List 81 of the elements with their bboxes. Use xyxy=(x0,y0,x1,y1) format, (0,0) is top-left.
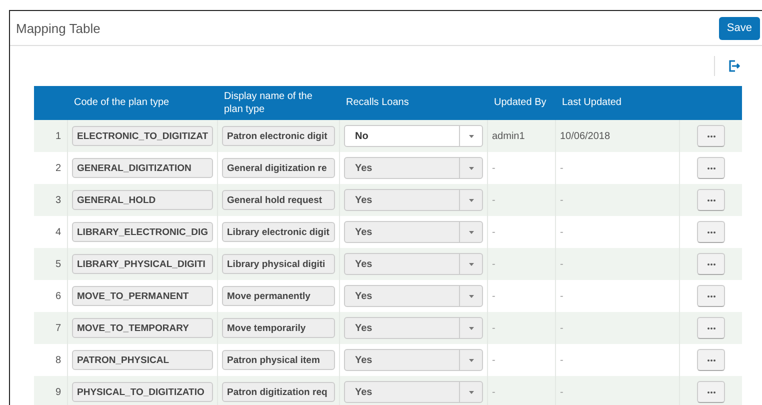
code-field[interactable]: GENERAL_HOLD xyxy=(72,190,213,210)
export-icon xyxy=(728,60,740,72)
last-updated-cell: - xyxy=(560,162,564,174)
updated-by-cell: - xyxy=(492,258,496,270)
display-name-field[interactable]: Move temporarily xyxy=(222,318,335,338)
updated-by-cell: - xyxy=(492,322,496,334)
more-icon xyxy=(706,390,716,394)
display-name-field[interactable]: General digitization re xyxy=(222,158,335,178)
row-number: 7 xyxy=(55,322,61,334)
updated-by-cell: - xyxy=(492,290,496,302)
row-number: 2 xyxy=(55,162,61,174)
last-updated-cell: - xyxy=(560,258,564,270)
more-icon xyxy=(706,230,716,234)
caret-icon xyxy=(468,166,474,170)
more-button[interactable] xyxy=(697,381,725,403)
updated-by-cell: - xyxy=(492,226,496,238)
more-button[interactable] xyxy=(697,221,725,243)
more-icon xyxy=(706,198,716,202)
caret-icon xyxy=(468,262,474,266)
updated-by-cell: - xyxy=(492,354,496,366)
display-name-field[interactable]: Patron electronic digit xyxy=(222,126,335,146)
column-header: Display name of the plan type xyxy=(223,90,314,117)
display-name-field[interactable]: General hold request xyxy=(222,190,335,210)
last-updated-cell: - xyxy=(560,194,564,206)
last-updated-cell: - xyxy=(560,226,564,238)
code-field[interactable]: LIBRARY_ELECTRONIC_DIG xyxy=(72,222,213,242)
row-number: 4 xyxy=(55,226,61,238)
recalls-dropdown[interactable]: No xyxy=(344,125,483,147)
row-number: 5 xyxy=(55,258,61,270)
display-name-field[interactable]: Library electronic digit xyxy=(222,222,335,242)
updated-by-cell: - xyxy=(492,162,496,174)
more-button[interactable] xyxy=(697,253,725,275)
updated-by-cell: admin1 xyxy=(492,130,525,142)
more-icon xyxy=(706,134,716,138)
column-header: Code of the plan type xyxy=(73,96,170,110)
caret-icon xyxy=(468,134,474,138)
code-field[interactable]: GENERAL_DIGITIZATION xyxy=(72,158,213,178)
more-button[interactable] xyxy=(697,317,725,339)
column-header: Updated By xyxy=(493,96,548,110)
updated-by-cell: - xyxy=(492,194,496,206)
code-field[interactable]: MOVE_TO_TEMPORARY xyxy=(72,318,213,338)
last-updated-cell: - xyxy=(560,322,564,334)
caret-icon xyxy=(468,326,474,330)
last-updated-cell: - xyxy=(560,290,564,302)
more-button[interactable] xyxy=(697,285,725,307)
display-name-field[interactable]: Move permanently xyxy=(222,286,335,306)
code-field[interactable]: ELECTRONIC_TO_DIGITIZAT xyxy=(72,126,213,146)
save-button[interactable]: Save xyxy=(718,16,760,40)
more-icon xyxy=(706,262,716,266)
caret-icon xyxy=(468,230,474,234)
caret-icon xyxy=(468,390,474,394)
more-icon xyxy=(706,326,716,330)
more-button[interactable] xyxy=(697,157,725,179)
row-number: 3 xyxy=(55,194,61,206)
code-field[interactable]: PHYSICAL_TO_DIGITIZATIO xyxy=(72,382,213,402)
row-number: 6 xyxy=(55,290,61,302)
column-header: Last Updated xyxy=(561,96,622,110)
row-number: 8 xyxy=(55,354,61,366)
more-icon xyxy=(706,294,716,298)
code-field[interactable]: PATRON_PHYSICAL xyxy=(72,350,213,370)
code-field[interactable]: MOVE_TO_PERMANENT xyxy=(72,286,213,306)
last-updated-cell: - xyxy=(560,386,564,398)
last-updated-cell: 10/06/2018 xyxy=(560,130,610,142)
last-updated-cell: - xyxy=(560,354,564,366)
code-field[interactable]: LIBRARY_PHYSICAL_DIGITI xyxy=(72,254,213,274)
caret-icon xyxy=(468,358,474,362)
panel-title: Mapping Table xyxy=(16,20,100,36)
updated-by-cell: - xyxy=(492,386,496,398)
row-number: 1 xyxy=(55,130,61,142)
more-button[interactable] xyxy=(697,189,725,211)
display-name-field[interactable]: Patron physical item xyxy=(222,350,335,370)
more-icon xyxy=(706,166,716,170)
column-header: Recalls Loans xyxy=(345,96,410,110)
more-icon xyxy=(706,358,716,362)
display-name-field[interactable]: Library physical digiti xyxy=(222,254,335,274)
caret-icon xyxy=(468,198,474,202)
more-button[interactable] xyxy=(697,125,725,147)
row-number: 9 xyxy=(55,386,61,398)
display-name-field[interactable]: Patron digitization req xyxy=(222,382,335,402)
more-button[interactable] xyxy=(697,349,725,371)
caret-icon xyxy=(468,294,474,298)
